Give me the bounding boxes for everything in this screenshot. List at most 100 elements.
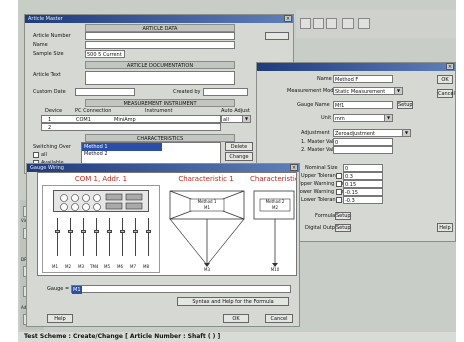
close-icon[interactable]: × [290,164,298,171]
cancel-button[interactable]: Cancel [265,314,293,323]
interface-device [53,190,149,212]
name-field[interactable]: Method F [333,75,393,83]
article-number-field[interactable] [85,32,235,40]
characteristic-1-sub: M1 [204,205,210,210]
help-button[interactable]: Help [47,314,73,323]
close-icon[interactable]: × [446,63,454,70]
label-measurement-mode: Measurement Mode [287,88,337,94]
section-characteristics: CHARACTERISTICS [85,134,235,142]
help-button[interactable]: Help [437,223,453,232]
channel-label: M3 [78,264,84,269]
panel-title-com: COM 1, Addr. 1 [74,175,128,183]
channel-slider[interactable] [51,218,64,262]
upper-tolerance-checkbox[interactable] [336,173,342,179]
measurement-mode-dropdown[interactable]: Static Measurement ▼ [333,87,403,95]
toolbar-button-5[interactable] [358,18,370,29]
delete-button[interactable]: Delete [225,142,253,151]
status-text: Test Scheme : Create/Change [ Article Nu… [24,333,221,340]
ok-button[interactable]: OK [223,314,249,323]
characteristic-window-titlebar [257,63,455,71]
gauge-formula-field[interactable]: M1 [71,285,291,294]
section-measurement-instrument: MEASUREMENT INSTRUMENT [85,99,235,107]
label-unit: Unit [321,115,332,121]
gauge-setup-button[interactable]: Setup [397,101,413,109]
toolbar-button-2[interactable] [313,18,324,29]
channel-slider[interactable] [142,218,155,262]
syntax-help-button[interactable]: Syntax and Help for the Formula [177,297,289,306]
auto-adjust-dropdown[interactable]: all ▼ [221,115,251,123]
lower-tolerance-checkbox[interactable] [336,197,342,203]
upper-warning-checkbox[interactable] [336,181,342,187]
channel-label: M7 [130,264,136,269]
gauge-formula-value: M1 [72,286,82,294]
lower-tolerance-field[interactable]: -0.3 [343,196,383,204]
header-auto-adjust: Auto Adjust [221,108,250,114]
unit-dropdown[interactable]: mm ▼ [333,114,393,122]
channel-labels: M1 M2 M3 TM4 M5 M6 M7 M8 [47,264,157,272]
close-icon[interactable]: × [284,15,292,22]
channel-slider[interactable] [77,218,90,262]
instrument-row[interactable]: 2 [41,123,221,131]
wiring-canvas: COM 1, Addr. 1 M1 M2 M3 TM4 M5 M6 M7 M8 … [37,172,297,276]
created-by-field[interactable] [203,88,248,96]
channel-label: M1 [52,264,58,269]
characteristics-list[interactable]: Method 1 Method 2 [81,142,221,164]
article-name-field[interactable] [85,41,235,49]
characteristic-2-diagram: Method 2 M2 M10 [252,185,296,273]
characteristics-list-item[interactable]: Method 2 [82,150,108,158]
ok-button[interactable]: OK [437,75,453,84]
channel-slider[interactable] [103,218,116,262]
upper-tolerance-field[interactable]: 0.3 [343,172,383,180]
connector-icon [60,193,143,211]
toolbar-button-4[interactable] [342,18,354,29]
lower-warning-checkbox[interactable] [336,189,342,195]
channel-sliders [47,218,157,262]
master-value-1-field[interactable]: 0 [333,138,393,146]
label-created-by: Created by [173,89,201,95]
panel-title-characteristic-1: Characteristic 1 [178,175,234,183]
auto-adjust-value: all [223,117,229,123]
all-checkbox[interactable] [33,152,39,158]
channel-slider[interactable] [129,218,142,262]
master-value-2-field[interactable] [333,146,393,154]
section-article-documentation: ARTICLE DOCUMENTATION [85,61,235,69]
change-button[interactable]: Change [225,152,253,161]
header-instrument: Instrument [145,108,173,114]
label-article-text: Article Text [33,72,61,78]
header-pc-connection: PC Connection [75,108,112,114]
chevron-down-icon: ▼ [402,130,410,136]
label-name: Name [33,42,48,48]
article-text-field[interactable] [85,71,235,85]
status-bar: Test Scheme : Create/Change [ Article Nu… [18,332,456,342]
toolbar-strip [296,10,456,38]
nominal-size-field[interactable]: 0 [343,164,383,172]
article-window-titlebar: Article Master [25,15,293,23]
article-lookup-button[interactable] [265,32,289,40]
toolbar-button-3[interactable] [326,18,337,29]
channel-slider[interactable] [116,218,129,262]
panel-title-characteristic: Characteristic [250,175,296,183]
custom-date-field[interactable] [75,88,135,96]
digital-output-setup-button[interactable]: Setup [335,224,351,232]
characteristic-2-bottom: M10 [270,267,280,272]
lower-warning-field[interactable]: -0.15 [343,188,383,196]
toolbar-button-1[interactable] [300,18,311,29]
adjustment-dropdown[interactable]: Zeroadjustment ▼ [333,129,411,137]
sample-size-field[interactable]: 500 5 Current [85,50,125,58]
characteristic-1-diagram: Method 1 M1 M3 [168,185,246,273]
gauge-wiring-window: Gauge Wiring × COM 1, Addr. 1 M1 M2 M3 T… [26,163,300,327]
label-sample-size: Sample Size [33,51,64,57]
section-article-data: ARTICLE DATA [85,24,235,32]
channel-slider[interactable] [64,218,77,262]
cancel-button[interactable]: Cancel [437,89,455,98]
article-window: Article Master × ARTICLE DATA Article Nu… [24,14,294,174]
label-nominal-size: Nominal Size [305,165,338,171]
label-formula: Formula [315,213,336,219]
label-name: Name [317,76,332,82]
instrument-row[interactable]: 1 COM1 MiniAmp [41,115,221,123]
label-custom-date: Custom Date [33,89,66,95]
upper-warning-field[interactable]: 0.15 [343,180,383,188]
formula-setup-button[interactable]: Setup [335,212,351,220]
gauge-name-field[interactable]: Mf1 [333,101,393,109]
channel-slider[interactable] [90,218,103,262]
